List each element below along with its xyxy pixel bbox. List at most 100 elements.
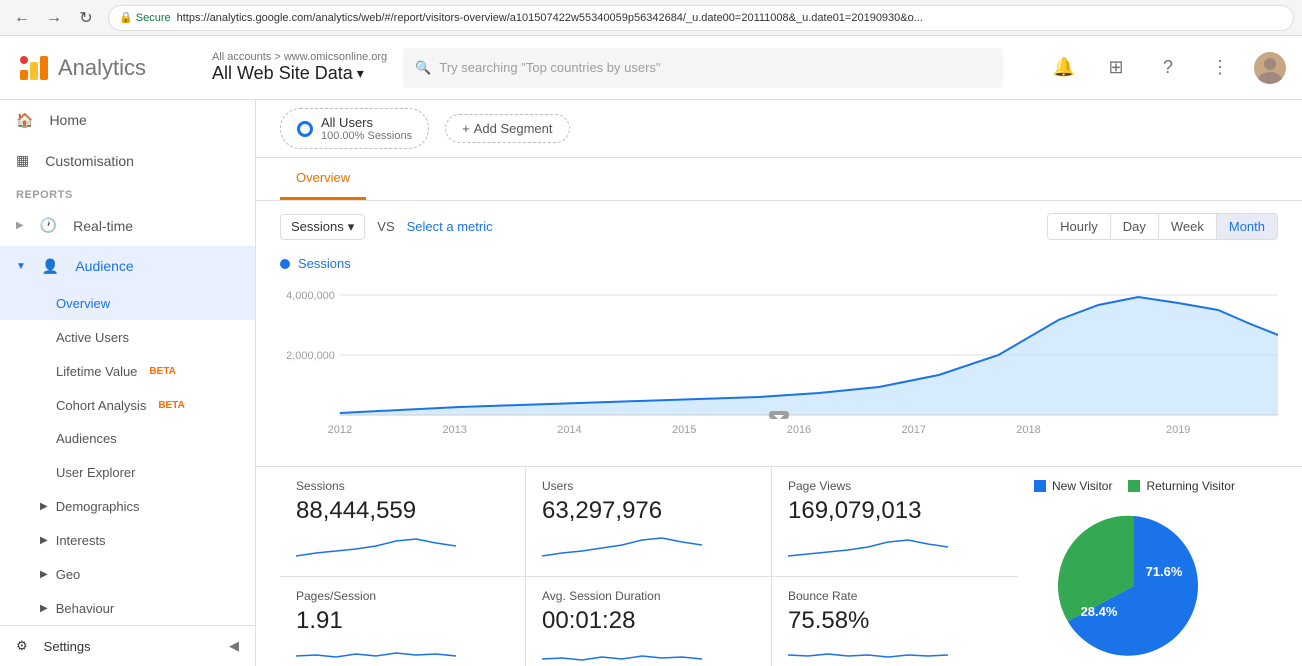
sidebar-item-home[interactable]: 🏠 Home [0, 100, 255, 141]
metric-page-views: Page Views 169,079,013 [772, 467, 1018, 577]
reports-section-label: REPORTS [0, 181, 255, 205]
sidebar-subitem-active-users[interactable]: Active Users [0, 320, 255, 354]
sidebar-subitem-lifetime-value[interactable]: Lifetime Value BETA [0, 354, 255, 388]
svg-text:2017: 2017 [902, 424, 926, 436]
expand-audience-icon: ▼ [16, 261, 26, 272]
tab-overview[interactable]: Overview [280, 158, 366, 200]
svg-text:2018: 2018 [1016, 424, 1040, 436]
sidebar-interests-label: Interests [56, 533, 106, 548]
sessions-legend-label: Sessions [298, 256, 351, 271]
more-button[interactable]: ⋮ [1202, 50, 1238, 86]
help-button[interactable]: ? [1150, 50, 1186, 86]
sidebar-customisation-label: Customisation [45, 153, 134, 169]
forward-button[interactable]: → [40, 4, 68, 32]
metric-dropdown-arrow: ▾ [348, 219, 355, 235]
returning-visitor-pct: 28.4% [1081, 604, 1118, 619]
avg-session-value: 00:01:28 [542, 607, 755, 635]
returning-visitor-label: Returning Visitor [1146, 479, 1235, 493]
add-segment-label: Add Segment [474, 121, 553, 136]
svg-text:2015: 2015 [672, 424, 696, 436]
svg-text:2013: 2013 [442, 424, 466, 436]
segment-sub: 100.00% Sessions [321, 130, 412, 142]
users-value: 63,297,976 [542, 497, 755, 525]
back-button[interactable]: ← [8, 4, 36, 32]
dropdown-arrow-icon: ▾ [357, 65, 364, 82]
clock-icon: 🕐 [40, 217, 57, 234]
app-title: Analytics [58, 55, 146, 81]
metrics-section: Sessions 88,444,559 Users 63,297,976 [256, 466, 1302, 666]
time-btn-hourly[interactable]: Hourly [1048, 214, 1111, 239]
time-btn-week[interactable]: Week [1159, 214, 1217, 239]
select-metric-link[interactable]: Select a metric [407, 219, 493, 234]
property-selector[interactable]: All Web Site Data ▾ [212, 63, 387, 84]
account-info: All accounts > www.omicsonline.org All W… [212, 51, 387, 84]
sidebar-audiences-label: Audiences [56, 431, 117, 446]
metrics-grid: Sessions 88,444,559 Users 63,297,976 [280, 467, 1018, 666]
tab-bar: Overview [256, 158, 1302, 201]
pie-legend: New Visitor Returning Visitor [1034, 479, 1278, 493]
sidebar-expandable-behaviour[interactable]: ▶ Behaviour [0, 591, 255, 625]
sidebar-expandable-interests[interactable]: ▶ Interests [0, 524, 255, 558]
bounce-rate-value: 75.58% [788, 607, 1002, 635]
property-name: All Web Site Data [212, 63, 353, 84]
svg-text:2016: 2016 [787, 424, 811, 436]
pages-per-session-label: Pages/Session [296, 589, 509, 603]
sidebar-active-users-label: Active Users [56, 330, 129, 345]
collapse-sidebar-button[interactable]: ◀ [229, 638, 239, 654]
search-placeholder: Try searching "Top countries by users" [439, 60, 660, 75]
all-users-segment[interactable]: All Users 100.00% Sessions [280, 108, 429, 149]
metric-selector[interactable]: Sessions ▾ [280, 214, 365, 240]
page-views-value: 169,079,013 [788, 497, 1002, 525]
metric-users: Users 63,297,976 [526, 467, 772, 577]
svg-text:2019: 2019 [1166, 424, 1190, 436]
svg-text:2,000,000: 2,000,000 [286, 350, 335, 362]
sidebar-expandable-geo[interactable]: ▶ Geo [0, 557, 255, 591]
metric-bounce-rate: Bounce Rate 75.58% [772, 577, 1018, 666]
avatar[interactable] [1254, 52, 1286, 84]
returning-visitor-color [1128, 480, 1140, 492]
home-icon: 🏠 [16, 112, 33, 129]
sidebar-subitem-audiences[interactable]: Audiences [0, 422, 255, 456]
sessions-chart: 4,000,000 2,000,000 2012 2013 2014 2015 … [280, 275, 1278, 455]
sidebar-settings[interactable]: ⚙ Settings ◀ [0, 625, 255, 666]
search-icon: 🔍 [415, 60, 431, 76]
sessions-value: 88,444,559 [296, 497, 509, 525]
svg-text:2012: 2012 [328, 424, 352, 436]
new-visitor-legend: New Visitor [1034, 479, 1112, 493]
sidebar-expandable-demographics[interactable]: ▶ Demographics [0, 490, 255, 524]
breadcrumb: All accounts > www.omicsonline.org [212, 51, 387, 63]
sidebar-item-realtime[interactable]: ▶ 🕐 Real-time [0, 205, 255, 246]
add-segment-button[interactable]: + Add Segment [445, 114, 569, 143]
page-views-label: Page Views [788, 479, 1002, 493]
sidebar-overview-label: Overview [56, 296, 110, 311]
sidebar-subitem-overview[interactable]: Overview [0, 287, 255, 321]
sidebar-realtime-label: Real-time [73, 218, 133, 234]
cohort-beta-badge: BETA [158, 400, 184, 411]
sessions-label: Sessions [296, 479, 509, 493]
url-input[interactable]: 🔒 Secure https://analytics.google.com/an… [108, 5, 1294, 31]
pie-chart-svg: 71.6% 28.4% [1034, 501, 1234, 661]
expand-realtime-icon: ▶ [16, 220, 24, 231]
refresh-button[interactable]: ↻ [72, 4, 100, 32]
expand-behaviour-icon: ▶ [40, 603, 48, 614]
time-btn-month[interactable]: Month [1217, 214, 1277, 239]
time-btn-day[interactable]: Day [1111, 214, 1159, 239]
notifications-button[interactable]: 🔔 [1046, 50, 1082, 86]
sidebar-subitem-cohort-analysis[interactable]: Cohort Analysis BETA [0, 388, 255, 422]
sessions-legend-dot [280, 259, 290, 269]
select-metric-label: Select a metric [407, 219, 493, 234]
dashboard-icon: ▦ [16, 152, 29, 169]
sidebar-lifetime-value-label: Lifetime Value [56, 364, 137, 379]
search-bar[interactable]: 🔍 Try searching "Top countries by users" [403, 48, 1003, 88]
new-visitor-pct: 71.6% [1146, 564, 1183, 579]
sidebar-subitem-user-explorer[interactable]: User Explorer [0, 456, 255, 490]
chart-area: Sessions 4,000,000 2,000,000 2012 2013 2… [256, 252, 1302, 466]
sidebar-item-audience[interactable]: ▼ 👤 Audience [0, 246, 255, 287]
sidebar-item-customisation[interactable]: ▦ Customisation [0, 141, 255, 182]
chart-legend: Sessions [280, 252, 1278, 275]
sidebar-user-explorer-label: User Explorer [56, 465, 135, 480]
expand-interests-icon: ▶ [40, 535, 48, 546]
apps-button[interactable]: ⊞ [1098, 50, 1134, 86]
url-text: https://analytics.google.com/analytics/w… [177, 12, 923, 24]
settings-icon: ⚙ [16, 638, 28, 654]
